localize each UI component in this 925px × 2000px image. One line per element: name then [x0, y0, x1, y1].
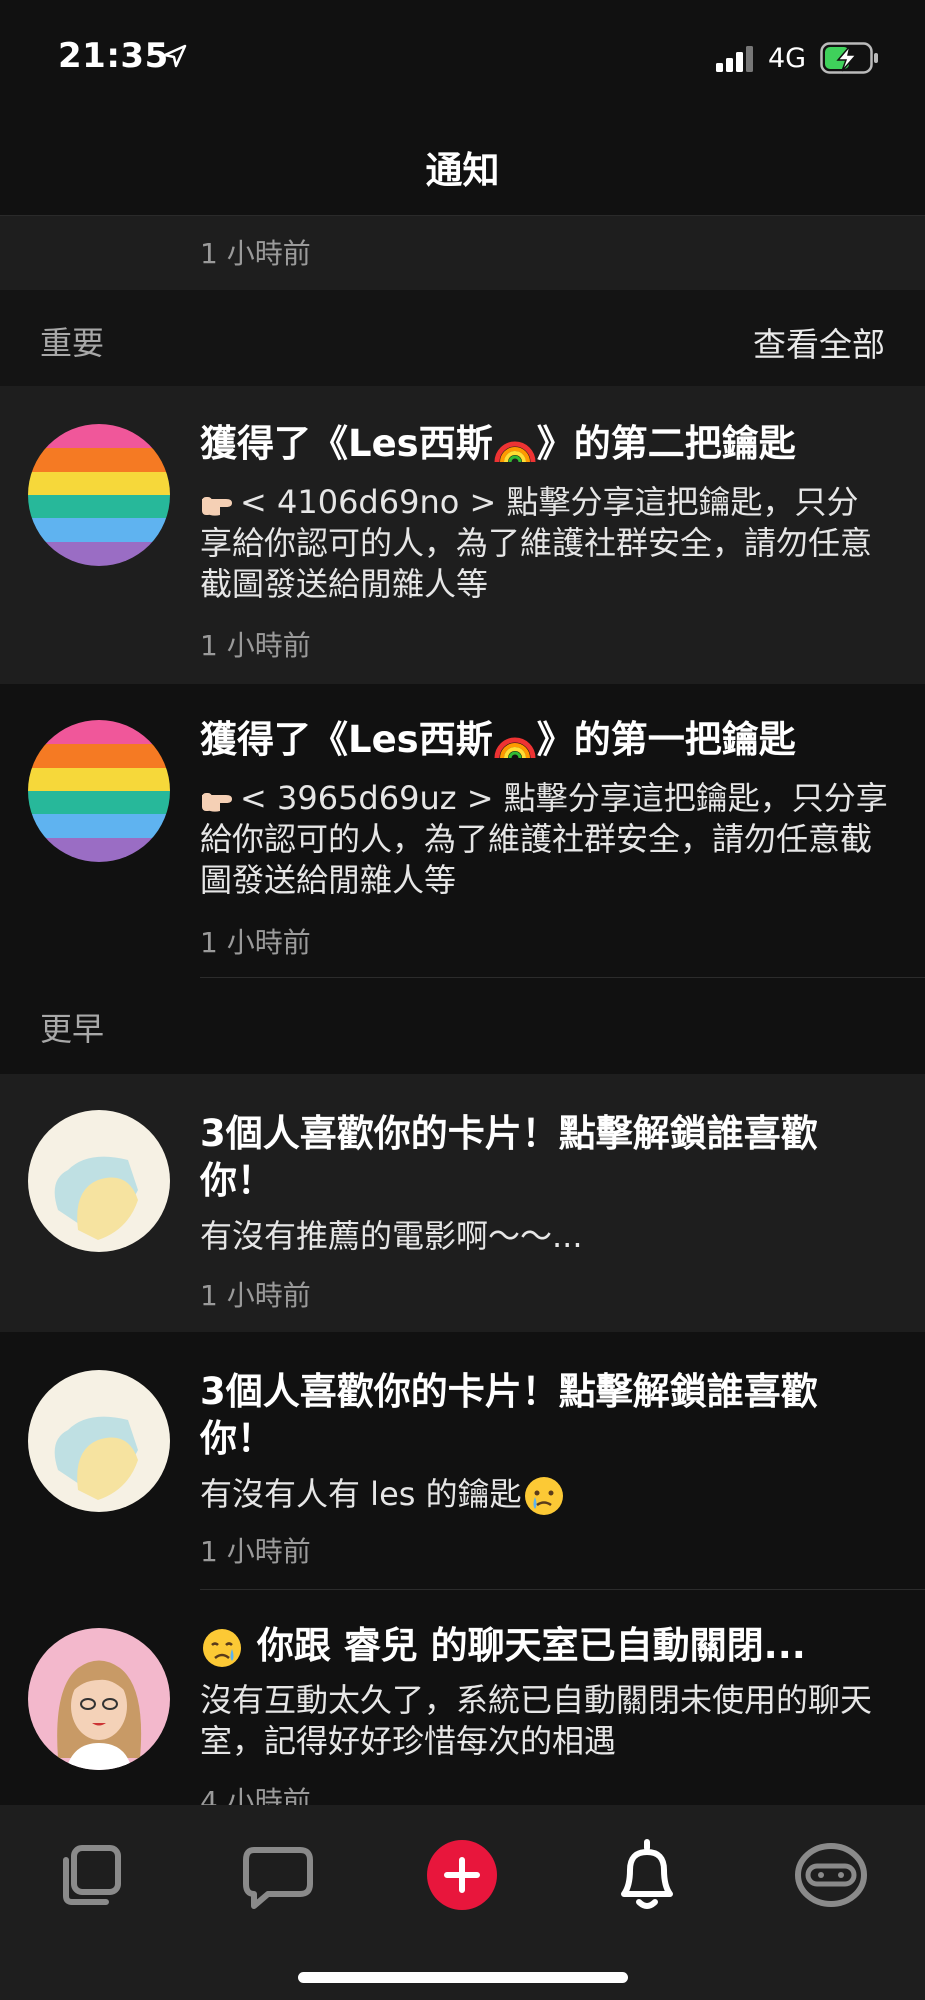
- bottom-tab-bar: [0, 1805, 925, 2000]
- notification-title: 獲得了《Les西斯 》的第一把鑰匙: [200, 718, 796, 761]
- girl-avatar: [28, 1628, 170, 1770]
- see-all-link[interactable]: 查看全部: [753, 318, 885, 366]
- notification-body: < 4106d69no > 點擊分享這把鑰匙，只分享給你認可的人，為了維護社群安…: [200, 483, 873, 603]
- status-time: 21:35: [58, 36, 169, 76]
- notification-item[interactable]: 獲得了《Les西斯 》的第一把鑰匙 < 3965d69uz > 點擊分享這把鑰匙，…: [0, 684, 925, 978]
- notification-title: 獲得了《Les西斯 》的第二把鑰匙: [200, 422, 796, 465]
- rainbow-flag-avatar: [28, 720, 170, 862]
- notification-title: 3個人喜歡你的卡片！點擊解鎖誰喜歡你！: [200, 1370, 818, 1460]
- notification-title: 3個人喜歡你的卡片！點擊解鎖誰喜歡你！: [200, 1112, 818, 1202]
- section-header-earlier: 更早: [0, 978, 925, 1074]
- bell-tab-icon[interactable]: [602, 1830, 692, 1920]
- sad-face-emoji-icon: [203, 1628, 241, 1667]
- nav-header: 通知: [0, 100, 925, 216]
- status-bar: 21:35 4G: [0, 0, 925, 100]
- notification-time: 1 小時前: [200, 1535, 311, 1568]
- page-title: 通知: [425, 149, 500, 192]
- notification-title: 你跟 睿兒 的聊天室已自動關閉...: [200, 1622, 880, 1669]
- rainbow-flag-avatar: [28, 424, 170, 566]
- notification-item[interactable]: 3個人喜歡你的卡片！點擊解鎖誰喜歡你！ 有沒有推薦的電影啊～～... 1 小時前: [0, 1074, 925, 1332]
- notification-item[interactable]: 獲得了《Les西斯 》的第二把鑰匙 < 4106d69no > 點擊分享這把鑰匙，…: [0, 386, 925, 684]
- section-label: 重要: [40, 324, 105, 362]
- notification-time: 1 小時前: [200, 629, 311, 662]
- notification-body: 有沒有推薦的電影啊～～...: [200, 1217, 583, 1255]
- crying-face-emoji-icon: [524, 1477, 563, 1515]
- blob-avatar: [28, 1110, 170, 1252]
- notification-item[interactable]: 你跟 睿兒 的聊天室已自動關閉... 沒有互動太久了，系統已自動關閉未使用的聊天…: [0, 1590, 925, 1805]
- notification-item-partial[interactable]: 1 小時前: [0, 216, 925, 290]
- location-arrow-icon: [163, 44, 187, 68]
- notification-time: 1 小時前: [200, 926, 311, 959]
- pointing-hand-emoji-icon: [202, 793, 232, 812]
- notification-body: < 3965d69uz > 點擊分享這把鑰匙，只分享給你認可的人，為了維護社群安…: [200, 779, 888, 899]
- signal-icon: [716, 46, 753, 72]
- notification-time: 1 小時前: [200, 1279, 311, 1312]
- network-type: 4G: [768, 43, 807, 74]
- section-header-important: 重要 查看全部: [0, 290, 925, 386]
- cards-tab-icon[interactable]: [48, 1830, 138, 1920]
- chat-tab-icon[interactable]: [232, 1830, 322, 1920]
- notification-time: 4 小時前: [200, 1785, 311, 1805]
- battery-charging-icon: [820, 42, 878, 74]
- notification-time: 1 小時前: [200, 237, 311, 270]
- notification-item[interactable]: 3個人喜歡你的卡片！點擊解鎖誰喜歡你！ 有沒有人有 les 的鑰匙 1 小時前: [0, 1332, 925, 1590]
- blob-avatar: [28, 1370, 170, 1512]
- notification-body: 有沒有人有 les 的鑰匙: [200, 1474, 890, 1517]
- create-tab-icon[interactable]: [417, 1830, 507, 1920]
- home-indicator[interactable]: [298, 1972, 628, 1983]
- profile-tab-icon[interactable]: [786, 1830, 876, 1920]
- rainbow-emoji-icon: [494, 737, 536, 758]
- rainbow-emoji-icon: [494, 441, 536, 462]
- notification-body: 沒有互動太久了，系統已自動關閉未使用的聊天室，記得好好珍惜每次的相遇: [200, 1681, 873, 1760]
- section-label: 更早: [40, 1010, 105, 1048]
- pointing-hand-emoji-icon: [202, 497, 232, 516]
